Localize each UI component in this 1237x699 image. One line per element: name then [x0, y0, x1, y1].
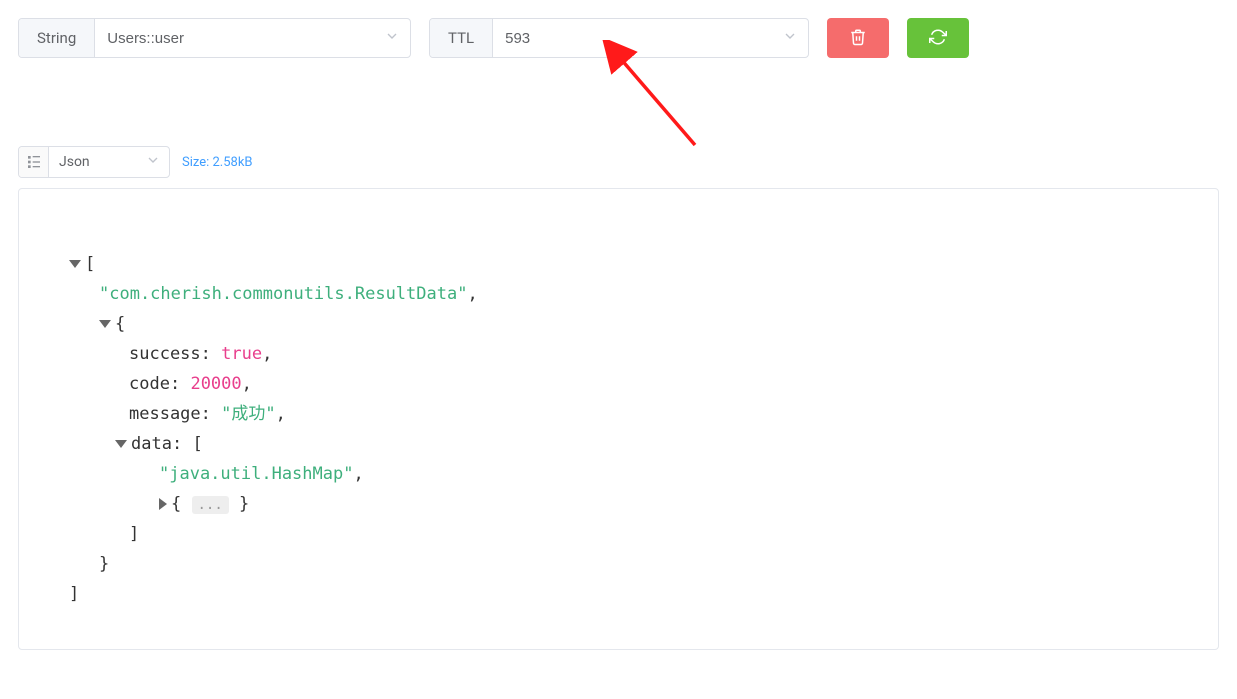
json-line: }: [69, 549, 1168, 579]
json-line[interactable]: data: [: [69, 429, 1168, 459]
brace-close: }: [99, 554, 109, 574]
view-mode-value: Json: [49, 147, 169, 177]
collapse-toggle-icon[interactable]: [69, 260, 81, 268]
meta-row: Json Size: 2.58kB: [18, 146, 1219, 178]
collapse-toggle-icon[interactable]: [115, 440, 127, 448]
json-line: "com.cherish.commonutils.ResultData",: [69, 279, 1168, 309]
comma: ,: [276, 404, 286, 424]
json-line: ]: [69, 519, 1168, 549]
json-key: data: [131, 434, 172, 454]
comma: ,: [353, 464, 363, 484]
refresh-button[interactable]: [907, 18, 969, 58]
json-value: "成功": [221, 404, 275, 424]
ttl-input[interactable]: [503, 19, 798, 57]
view-mode-select[interactable]: Json: [18, 146, 170, 178]
json-line[interactable]: [: [69, 249, 1168, 279]
trash-icon: [849, 28, 867, 49]
ellipsis: ...: [192, 496, 229, 514]
json-key: message: [129, 404, 201, 424]
collapse-toggle-icon[interactable]: [99, 320, 111, 328]
view-mode-label: Json: [59, 154, 90, 170]
json-line: ]: [69, 579, 1168, 609]
json-line[interactable]: { ... }: [69, 489, 1168, 519]
bracket-open: [: [85, 254, 95, 274]
type-label: String: [19, 19, 95, 57]
key-group: String: [18, 18, 411, 58]
refresh-icon: [929, 28, 947, 49]
colon: :: [201, 404, 211, 424]
json-line: message: "成功",: [69, 399, 1168, 429]
annotation-arrow: [585, 40, 725, 160]
comma: ,: [467, 284, 477, 304]
colon: :: [201, 344, 211, 364]
json-line[interactable]: {: [69, 309, 1168, 339]
key-input-wrap: [95, 19, 410, 57]
colon: :: [172, 434, 182, 454]
brace-open: {: [115, 314, 125, 334]
json-string: "com.cherish.commonutils.ResultData": [99, 284, 467, 304]
comma: ,: [242, 374, 252, 394]
json-viewer: [ "com.cherish.commonutils.ResultData", …: [18, 188, 1219, 650]
ttl-group: TTL: [429, 18, 809, 58]
bracket-close: ]: [129, 524, 139, 544]
ttl-input-wrap: [493, 19, 808, 57]
size-label: Size: 2.58kB: [182, 155, 253, 170]
header-toolbar: String TTL: [18, 18, 1219, 58]
bracket-open: [: [192, 434, 202, 454]
bracket-close: ]: [69, 584, 79, 604]
json-key: success: [129, 344, 201, 364]
tree-icon: [19, 147, 49, 177]
comma: ,: [262, 344, 272, 364]
delete-button[interactable]: [827, 18, 889, 58]
json-line: "java.util.HashMap",: [69, 459, 1168, 489]
expand-toggle-icon[interactable]: [159, 498, 167, 510]
json-key: code: [129, 374, 170, 394]
brace-close: }: [239, 494, 249, 514]
chevron-down-icon: [145, 152, 161, 172]
colon: :: [170, 374, 180, 394]
json-string: "java.util.HashMap": [159, 464, 353, 484]
ttl-label: TTL: [430, 19, 493, 57]
key-input[interactable]: [105, 19, 400, 57]
brace-open: {: [171, 494, 181, 514]
json-line: code: 20000,: [69, 369, 1168, 399]
json-value: 20000: [190, 374, 241, 394]
json-value: true: [221, 344, 262, 364]
json-line: success: true,: [69, 339, 1168, 369]
